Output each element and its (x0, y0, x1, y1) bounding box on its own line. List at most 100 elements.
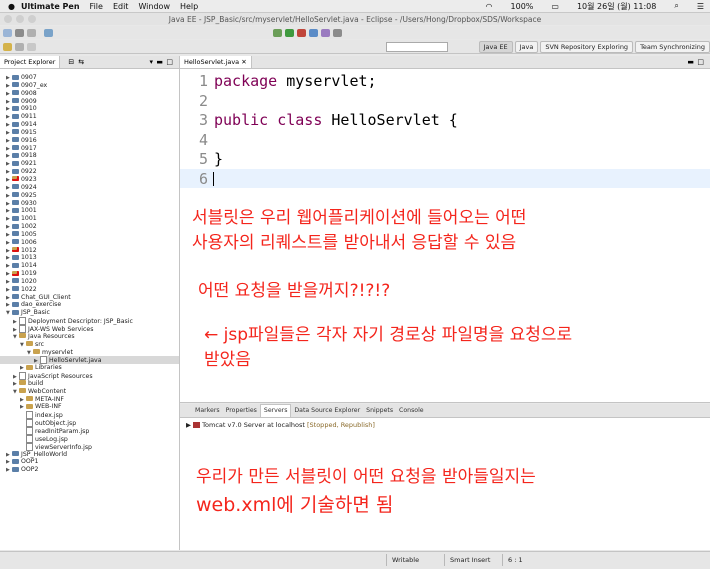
tree-item[interactable]: ▶ 0909 (0, 98, 179, 106)
tree-item[interactable]: ▶ 0922 (0, 168, 179, 176)
server-entry[interactable]: ▶ Tomcat v7.0 Server at localhost [Stopp… (186, 421, 375, 429)
tree-item[interactable]: ▶ 0917 (0, 145, 179, 153)
new-icon[interactable] (3, 28, 12, 37)
tree-item[interactable]: ▶ 0925 (0, 192, 179, 200)
tree-item[interactable]: ▶ 1002 (0, 223, 179, 231)
tree-item[interactable]: viewServerInfo.jsp (0, 442, 179, 451)
menu-window[interactable]: Window (138, 2, 170, 11)
maximize-view-icon[interactable]: □ (166, 58, 173, 66)
print-icon[interactable] (27, 28, 36, 37)
new-class-icon[interactable] (309, 28, 318, 37)
clock[interactable]: 10월 26일 (월) 11:08 (577, 1, 656, 12)
tree-item[interactable]: ▶ 0911 (0, 113, 179, 121)
tree-item[interactable]: ▶ 0918 (0, 152, 179, 160)
view-menu-icon[interactable]: ▾ (149, 58, 153, 66)
tree-item[interactable]: ▼ WebContent (0, 388, 179, 396)
tree-item[interactable]: ▶ WEB-INF (0, 403, 179, 411)
tree-item[interactable]: ▶ 0930 (0, 200, 179, 208)
menu-help[interactable]: Help (180, 2, 198, 11)
debug-icon[interactable] (273, 28, 282, 37)
tree-item[interactable]: ▼ src (0, 341, 179, 349)
tree-item[interactable]: useLog.jsp (0, 434, 179, 443)
tree-item[interactable]: index.jsp (0, 411, 179, 420)
quick-access-input[interactable] (386, 42, 448, 52)
tree-item[interactable]: ▶ 1005 (0, 231, 179, 239)
close-tab-icon[interactable]: ✕ (241, 58, 246, 66)
minimize-view-icon[interactable]: ▬ (156, 58, 163, 66)
collapse-all-icon[interactable]: ⊟ (68, 58, 74, 66)
tree-item[interactable]: ▶ META-INF (0, 396, 179, 404)
tree-item[interactable]: ▶ 0923 (0, 176, 179, 184)
open-type-icon[interactable] (321, 28, 330, 37)
tree-item[interactable]: ▶ 1020 (0, 278, 179, 286)
tree-item[interactable]: outObject.jsp (0, 419, 179, 428)
tree-item[interactable]: ▶ 1013 (0, 254, 179, 262)
tab-snippets[interactable]: Snippets (363, 407, 396, 414)
tree-item[interactable]: ▼ Java Resources (0, 333, 179, 341)
tree-item[interactable]: readInitParam.jsp (0, 426, 179, 435)
tree-item[interactable]: ▶ 0907_ex (0, 82, 179, 90)
tree-item[interactable]: ▶ 0924 (0, 184, 179, 192)
tree-item[interactable]: ▶ OOP2 (0, 466, 179, 474)
code-editor[interactable]: HelloServlet.java ✕ ▬ □ 1 2 3 4 5 6 pack… (180, 56, 710, 403)
back-icon[interactable] (3, 42, 12, 51)
tab-helloservlet[interactable]: HelloServlet.java ✕ (180, 56, 252, 68)
tree-item[interactable]: ▶ 0907 (0, 74, 179, 82)
perspective-java[interactable]: Java (514, 40, 539, 53)
tab-properties[interactable]: Properties (223, 407, 260, 414)
tree-item[interactable]: ▶ 1006 (0, 239, 179, 247)
search-toolbar-icon[interactable] (333, 28, 342, 37)
tree-item[interactable]: ▶ Chat_GUI_Client (0, 294, 179, 302)
tree-item[interactable]: ▶ dao_exercise (0, 301, 179, 309)
close-icon[interactable] (4, 15, 12, 23)
tab-console[interactable]: Console (396, 407, 427, 414)
tree-item[interactable]: ▶ JSP_HelloWorld (0, 451, 179, 459)
zoom-icon[interactable] (28, 15, 36, 23)
tree-item[interactable]: ▶ 1019 (0, 270, 179, 278)
tree-item[interactable]: ▼ JSP_Basic (0, 309, 179, 317)
tree-item[interactable]: ▶ build (0, 380, 179, 388)
server-icon[interactable] (44, 28, 53, 37)
tab-project-explorer[interactable]: Project Explorer (0, 56, 61, 68)
tab-data-source-explorer[interactable]: Data Source Explorer (291, 407, 363, 414)
minimize-icon[interactable] (16, 15, 24, 23)
expand-icon[interactable]: ▶ (186, 421, 191, 429)
tree-item[interactable]: ▼ myservlet (0, 349, 179, 357)
tree-item[interactable]: ▶ JAX-WS Web Services (0, 325, 179, 333)
tab-servers[interactable]: Servers (259, 404, 292, 417)
battery-icon[interactable]: ▭ (551, 2, 559, 11)
perspective-team[interactable]: Team Synchronizing (635, 40, 710, 53)
minimize-editor-icon[interactable]: ▬ (687, 58, 694, 66)
perspective-javaee[interactable]: Java EE (478, 40, 513, 53)
apple-menu-icon[interactable]: ● (8, 2, 15, 11)
app-menu[interactable]: Ultimate Pen (21, 2, 80, 11)
tree-item[interactable]: ▶ 0915 (0, 129, 179, 137)
save-icon[interactable] (15, 28, 24, 37)
tree-item[interactable]: ▶ 0908 (0, 90, 179, 98)
external-tools-icon[interactable] (297, 28, 306, 37)
last-edit-icon[interactable] (27, 42, 36, 51)
tree-item[interactable]: ▶ 1022 (0, 286, 179, 294)
tree-item[interactable]: ▶ 1012 (0, 247, 179, 255)
tree-item[interactable]: ▶ 0914 (0, 121, 179, 129)
menu-edit[interactable]: Edit (113, 2, 129, 11)
tree-item[interactable]: ▶ 0921 (0, 160, 179, 168)
run-icon[interactable] (285, 28, 294, 37)
wifi-icon[interactable]: ◠ (486, 2, 493, 11)
tree-item[interactable]: ▶ 0910 (0, 105, 179, 113)
link-editor-icon[interactable]: ⇆ (78, 58, 84, 66)
tree-item[interactable]: ▶ Deployment Descriptor: JSP_Basic (0, 317, 179, 326)
notification-icon[interactable]: ☰ (697, 2, 704, 11)
tree-item[interactable]: ▶ OOP1 (0, 458, 179, 466)
perspective-svn[interactable]: SVN Repository Exploring (540, 40, 634, 53)
tree-item[interactable]: ▶ Libraries (0, 364, 179, 372)
tree-item[interactable]: ▶ 1001 (0, 215, 179, 223)
forward-icon[interactable] (15, 42, 24, 51)
tree-item[interactable]: ▶ 1014 (0, 262, 179, 270)
tree-item[interactable]: ▶ HelloServlet.java (0, 356, 179, 365)
search-icon[interactable]: ⌕ (674, 1, 678, 11)
tree-item[interactable]: ▶ JavaScript Resources (0, 372, 179, 381)
tree-item[interactable]: ▶ 1001 (0, 207, 179, 215)
tab-markers[interactable]: Markers (192, 407, 223, 414)
menu-file[interactable]: File (90, 2, 103, 11)
